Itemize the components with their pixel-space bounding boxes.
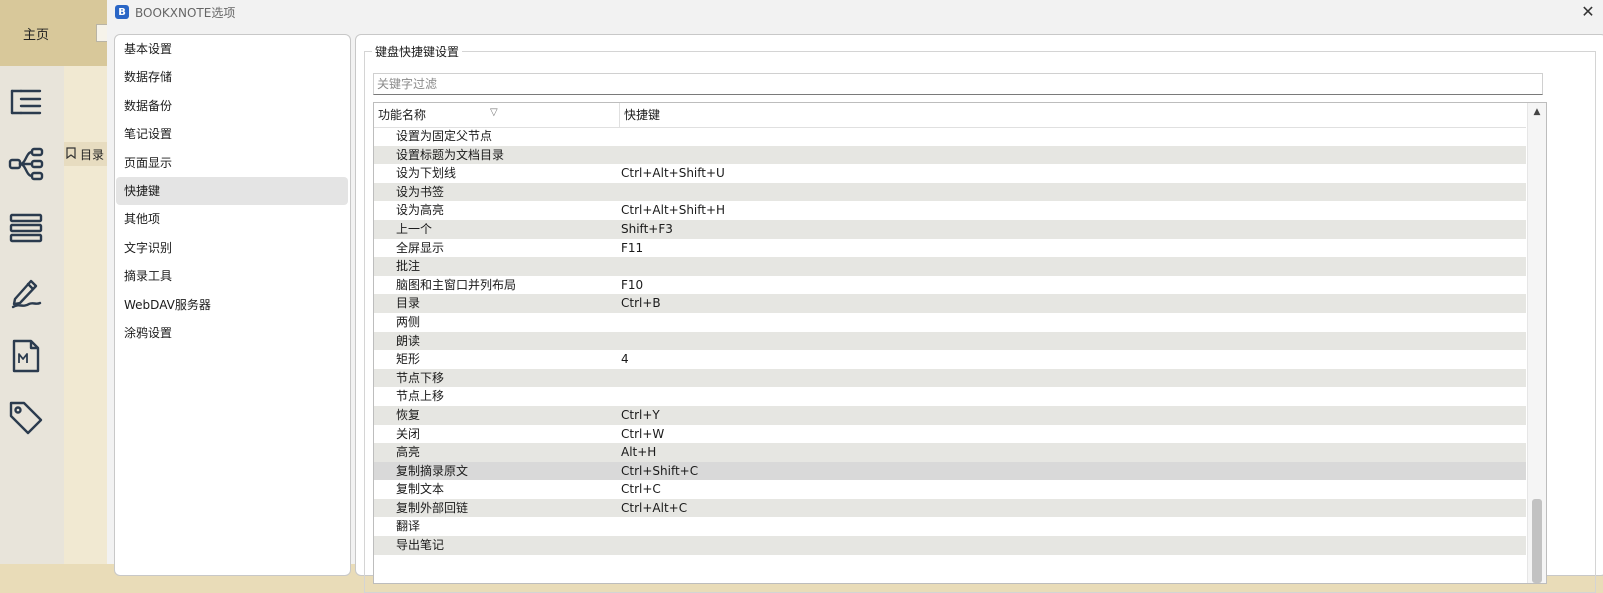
table-row[interactable]: 节点上移 xyxy=(374,387,1526,406)
nav-item-storage[interactable]: 数据存储 xyxy=(116,63,348,91)
app-left-toolbar xyxy=(0,66,65,564)
table-header: 功能名称 ▽ 快捷键 xyxy=(374,103,1526,128)
scrollbar-thumb[interactable] xyxy=(1532,499,1542,583)
toc-label: 目录 xyxy=(80,148,105,162)
table-row[interactable]: 复制文本 Ctrl+C xyxy=(374,480,1526,499)
group-title: 键盘快捷键设置 xyxy=(372,43,463,60)
table-row[interactable]: 导出笔记 xyxy=(374,536,1526,555)
filter-input[interactable] xyxy=(373,73,1543,95)
nav-item-display[interactable]: 页面显示 xyxy=(116,149,348,177)
toc-tab[interactable]: 目录 xyxy=(66,146,104,163)
table-row[interactable]: 高亮 Alt+H xyxy=(374,443,1526,462)
table-row[interactable]: 脑图和主窗口并列布局 F10 xyxy=(374,276,1526,295)
shortcuts-panel: 键盘快捷键设置 功能名称 ▽ 快捷键 设置为固定父节点 设置标题为文档目录 设为… xyxy=(355,34,1603,593)
table-row[interactable]: 全屏显示 F11 xyxy=(374,239,1526,258)
table-row[interactable]: 节点下移 xyxy=(374,368,1526,388)
app-logo-icon: B xyxy=(115,5,129,19)
table-row[interactable]: 复制外部回链 Ctrl+Alt+C xyxy=(374,498,1526,518)
outline-icon[interactable] xyxy=(4,80,48,124)
column-header-shortcut[interactable]: 快捷键 xyxy=(620,103,1020,127)
table-row[interactable]: 批注 xyxy=(374,257,1526,276)
scroll-up-icon[interactable]: ▲ xyxy=(1528,107,1546,121)
dialog-titlebar: B BOOKXNOTE选项 ✕ xyxy=(107,0,1603,24)
settings-nav: 基本设置 数据存储 数据备份 笔记设置 页面显示 快捷键 其他项 文字识别 摘录… xyxy=(114,34,351,576)
table-body: 设置为固定父节点 设置标题为文档目录 设为下划线 Ctrl+Alt+Shift+U… xyxy=(374,127,1526,555)
table-row[interactable]: 恢复 Ctrl+Y xyxy=(374,405,1526,425)
mindmap-icon[interactable] xyxy=(4,142,48,186)
nav-item-notes[interactable]: 笔记设置 xyxy=(116,120,348,148)
table-row[interactable]: 矩形 4 xyxy=(374,350,1526,369)
nav-item-basic[interactable]: 基本设置 xyxy=(116,35,348,63)
tag-icon[interactable] xyxy=(4,396,48,440)
nav-item-doodle[interactable]: 涂鸦设置 xyxy=(116,319,348,347)
vertical-scrollbar[interactable]: ▲ xyxy=(1527,103,1546,583)
table-row[interactable]: 设为下划线 Ctrl+Alt+Shift+U xyxy=(374,164,1526,183)
table-row[interactable]: 设为高亮 Ctrl+Alt+Shift+H xyxy=(374,201,1526,220)
table-row[interactable]: 两侧 xyxy=(374,313,1526,332)
nav-item-other[interactable]: 其他项 xyxy=(116,205,348,233)
shortcuts-table: 功能名称 ▽ 快捷键 设置为固定父节点 设置标题为文档目录 设为下划线 Ctrl+… xyxy=(373,102,1547,584)
table-row-selected[interactable]: 复制摘录原文 Ctrl+Shift+C xyxy=(374,461,1526,481)
table-row[interactable]: 翻译 xyxy=(374,517,1526,536)
table-row[interactable]: 设置标题为文档目录 xyxy=(374,145,1526,165)
nav-item-webdav[interactable]: WebDAV服务器 xyxy=(116,291,348,319)
nav-item-shortcuts[interactable]: 快捷键 xyxy=(116,177,348,205)
table-row[interactable]: 关闭 Ctrl+W xyxy=(374,425,1526,444)
nav-item-excerpt[interactable]: 摘录工具 xyxy=(116,262,348,290)
table-row[interactable]: 设置为固定父节点 xyxy=(374,127,1526,146)
table-row[interactable]: 上一个 Shift+F3 xyxy=(374,219,1526,239)
table-row[interactable]: 朗读 xyxy=(374,331,1526,351)
list-icon[interactable] xyxy=(4,206,48,250)
nav-item-ocr[interactable]: 文字识别 xyxy=(116,234,348,262)
table-row[interactable]: 设为书签 xyxy=(374,182,1526,202)
markdown-icon[interactable] xyxy=(4,334,48,378)
app-toc-panel: 目录 xyxy=(64,66,108,564)
sort-indicator-icon: ▽ xyxy=(490,107,498,118)
bookmark-icon xyxy=(66,147,76,162)
close-button[interactable]: ✕ xyxy=(1573,0,1603,22)
table-row[interactable]: 目录 Ctrl+B xyxy=(374,294,1526,313)
dialog-title: BOOKXNOTE选项 xyxy=(135,5,236,20)
column-header-name[interactable]: 功能名称 ▽ xyxy=(374,103,620,127)
home-tab[interactable]: 主页 xyxy=(0,0,72,66)
options-dialog: B BOOKXNOTE选项 ✕ 基本设置 数据存储 数据备份 笔记设置 页面显示… xyxy=(107,0,1603,593)
nav-item-backup[interactable]: 数据备份 xyxy=(116,92,348,120)
pen-icon[interactable] xyxy=(4,270,48,314)
